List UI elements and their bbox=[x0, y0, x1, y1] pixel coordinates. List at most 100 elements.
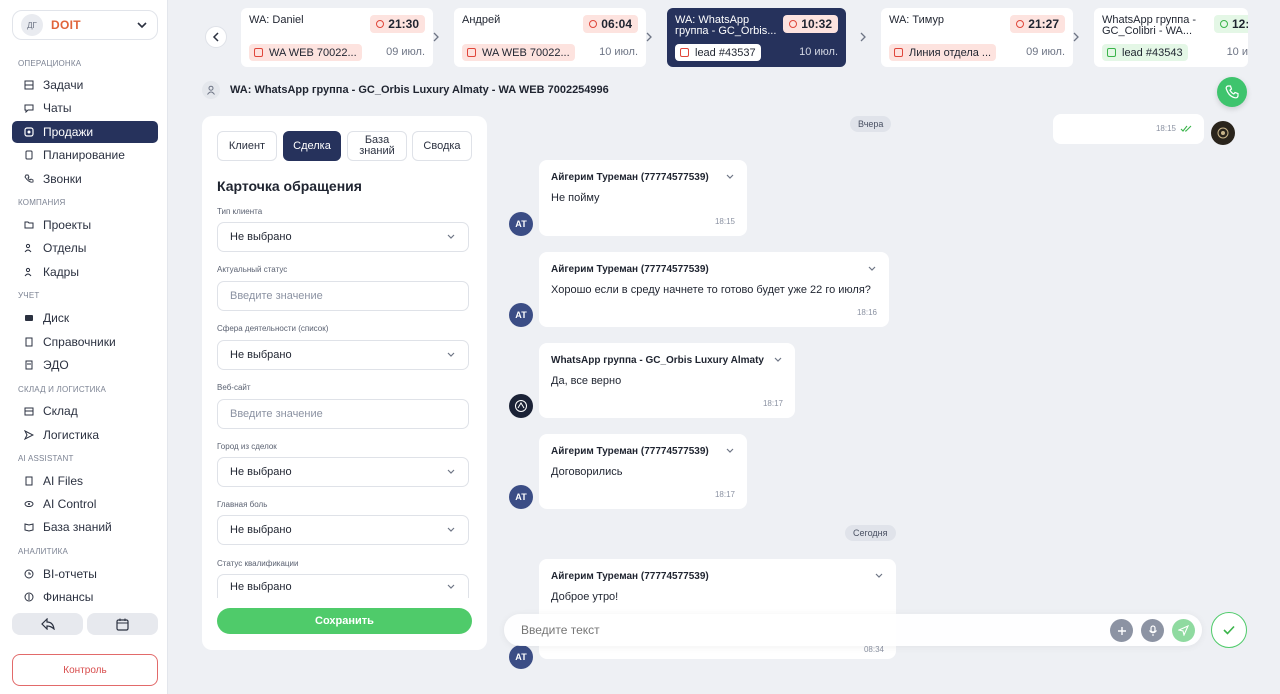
message-input[interactable] bbox=[521, 623, 1081, 637]
complete-button[interactable] bbox=[1211, 612, 1247, 648]
sidebar-item-logistics[interactable]: Логистика bbox=[12, 424, 158, 446]
chevron-down-icon[interactable] bbox=[725, 447, 735, 455]
message-time: 18:17 bbox=[762, 399, 783, 408]
double-check-icon bbox=[1180, 125, 1192, 132]
sidebar-item-warehouse[interactable]: Склад bbox=[12, 400, 158, 422]
chevron-down-icon[interactable] bbox=[773, 356, 783, 364]
status-input[interactable]: Введите значение bbox=[217, 281, 469, 311]
sidebar-item-ai-files[interactable]: AI Files bbox=[12, 470, 158, 492]
field-label-sphere: Сфера деятельности (список) bbox=[217, 324, 329, 333]
chat-card-tag: Линия отдела ... bbox=[889, 44, 997, 61]
message-author: Айгерим Туреман (77774577539) bbox=[551, 172, 709, 183]
sidebar-item-chats[interactable]: Чаты bbox=[12, 97, 158, 119]
day-separator: Сегодня bbox=[845, 525, 896, 541]
users-icon bbox=[24, 243, 34, 253]
tab-knowledge[interactable]: База знаний bbox=[347, 131, 407, 161]
message-bubble: Айгерим Туреман (77774577539) Договорили… bbox=[539, 434, 747, 509]
message-bubble: Айгерим Туреман (77774577539) Хорошо есл… bbox=[539, 252, 889, 327]
cards-prev-button[interactable] bbox=[205, 26, 227, 48]
message-text: Не пойму bbox=[551, 192, 600, 204]
chat-card-title: WA: WhatsApp группа - GC_Orbis... bbox=[675, 14, 777, 37]
chevron-down-icon bbox=[137, 22, 147, 29]
workspace-name: DOIT bbox=[51, 18, 81, 32]
check-icon bbox=[1223, 625, 1235, 635]
select-value: Не выбрано bbox=[230, 580, 292, 593]
tab-summary[interactable]: Сводка bbox=[412, 131, 472, 161]
deal-panel: Клиент Сделка База знаний Сводка Карточк… bbox=[202, 116, 487, 650]
control-button[interactable]: Контроль bbox=[12, 654, 158, 686]
tab-deal[interactable]: Сделка bbox=[283, 131, 341, 161]
chevron-down-icon bbox=[447, 352, 455, 357]
chat-card[interactable]: WA: Daniel 21:30 WA WEB 70022... 09 июл. bbox=[241, 8, 433, 67]
chat-icon bbox=[24, 103, 34, 113]
pain-select[interactable]: Не выбрано bbox=[217, 515, 469, 545]
sidebar-item-staff[interactable]: Кадры bbox=[12, 261, 158, 283]
message-text: Договорились bbox=[551, 466, 623, 478]
chat-card-active[interactable]: WA: WhatsApp группа - GC_Orbis... 10:32 … bbox=[667, 8, 846, 67]
sales-icon bbox=[24, 127, 34, 137]
sidebar-item-tasks[interactable]: Задачи bbox=[12, 74, 158, 96]
sidebar-item-finance[interactable]: Финансы bbox=[12, 586, 158, 608]
chat-card-tag-text: Линия отдела ... bbox=[909, 46, 992, 59]
own-message: 18:15 bbox=[1053, 114, 1204, 144]
disk-icon bbox=[24, 313, 34, 323]
message-bubble: WhatsApp группа - GC_Orbis Luxury Almaty… bbox=[539, 343, 795, 418]
qualification-select[interactable]: Не выбрано bbox=[217, 574, 469, 598]
chevron-down-icon[interactable] bbox=[867, 265, 877, 273]
sidebar-item-references[interactable]: Справочники bbox=[12, 331, 158, 353]
chevron-down-icon bbox=[447, 469, 455, 474]
client-type-select[interactable]: Не выбрано bbox=[217, 222, 469, 252]
sidebar-item-ai-control[interactable]: AI Control bbox=[12, 493, 158, 515]
sidebar-item-sales[interactable]: Продажи bbox=[12, 121, 158, 143]
share-button[interactable] bbox=[12, 613, 83, 635]
person-icon bbox=[202, 81, 220, 99]
chat-card[interactable]: Андрей 06:04 WA WEB 70022... 10 июл. bbox=[454, 8, 646, 67]
avatar: АТ bbox=[509, 645, 533, 669]
attach-button[interactable] bbox=[1110, 619, 1133, 642]
chat-card[interactable]: WhatsApp группа - GC_Colibri - WA... 12:… bbox=[1094, 8, 1248, 67]
field-label-pain: Главная боль bbox=[217, 500, 268, 509]
sidebar-item-planning[interactable]: Планирование bbox=[12, 144, 158, 166]
tasks-icon bbox=[24, 80, 34, 90]
message-bubble: Айгерим Туреман (77774577539) Не пойму 1… bbox=[539, 160, 747, 236]
field-label-city: Город из сделок bbox=[217, 442, 277, 451]
voice-button[interactable] bbox=[1141, 619, 1164, 642]
sidebar-item-label: Планирование bbox=[43, 148, 125, 162]
sidebar-item-projects[interactable]: Проекты bbox=[12, 214, 158, 236]
chat-card-time: 10:32 bbox=[783, 15, 838, 33]
sidebar-item-edo[interactable]: ЭДО bbox=[12, 354, 158, 376]
website-input[interactable]: Введите значение bbox=[217, 399, 469, 429]
message-time: 08:34 bbox=[863, 645, 884, 654]
avatar: АТ bbox=[509, 303, 533, 327]
chevron-down-icon[interactable] bbox=[874, 572, 884, 580]
sidebar-item-disk[interactable]: Диск bbox=[12, 307, 158, 329]
chat-card[interactable]: WA: Тимур 21:27 Линия отдела ... 09 июл. bbox=[881, 8, 1073, 67]
sidebar-item-calls[interactable]: Звонки bbox=[12, 168, 158, 190]
city-select[interactable]: Не выбрано bbox=[217, 457, 469, 487]
sidebar-item-label: Логистика bbox=[43, 428, 100, 442]
chat-card-date: 10 и bbox=[1226, 46, 1248, 58]
tab-client[interactable]: Клиент bbox=[217, 131, 277, 161]
chevron-down-icon[interactable] bbox=[725, 173, 735, 181]
sidebar-item-label: Задачи bbox=[43, 78, 84, 92]
sidebar-item-knowledge[interactable]: База знаний bbox=[12, 516, 158, 538]
panel-title: Карточка обращения bbox=[217, 178, 362, 194]
own-avatar bbox=[1211, 121, 1235, 145]
whatsapp-icon bbox=[467, 48, 476, 57]
sidebar: ДГ DOIT ОПЕРАЦИОНКА Задачи Чаты Продажи … bbox=[0, 0, 168, 694]
save-button[interactable]: Сохранить bbox=[217, 608, 472, 634]
workspace-switcher[interactable]: ДГ DOIT bbox=[12, 10, 158, 40]
send-button[interactable] bbox=[1172, 619, 1195, 642]
timer-icon bbox=[1219, 20, 1228, 28]
sidebar-item-bi[interactable]: BI-отчеты bbox=[12, 563, 158, 585]
sphere-select[interactable]: Не выбрано bbox=[217, 340, 469, 370]
document-icon bbox=[24, 360, 34, 370]
sidebar-item-label: Проекты bbox=[43, 218, 92, 232]
workspace-avatar: ДГ bbox=[21, 14, 43, 36]
message-time: 18:16 bbox=[856, 308, 877, 317]
sidebar-item-departments[interactable]: Отделы bbox=[12, 237, 158, 259]
calendar-button[interactable] bbox=[87, 613, 158, 635]
call-button[interactable] bbox=[1217, 77, 1247, 107]
avatar: АТ bbox=[509, 485, 533, 509]
chat-card-time-text: 21:30 bbox=[388, 17, 419, 31]
